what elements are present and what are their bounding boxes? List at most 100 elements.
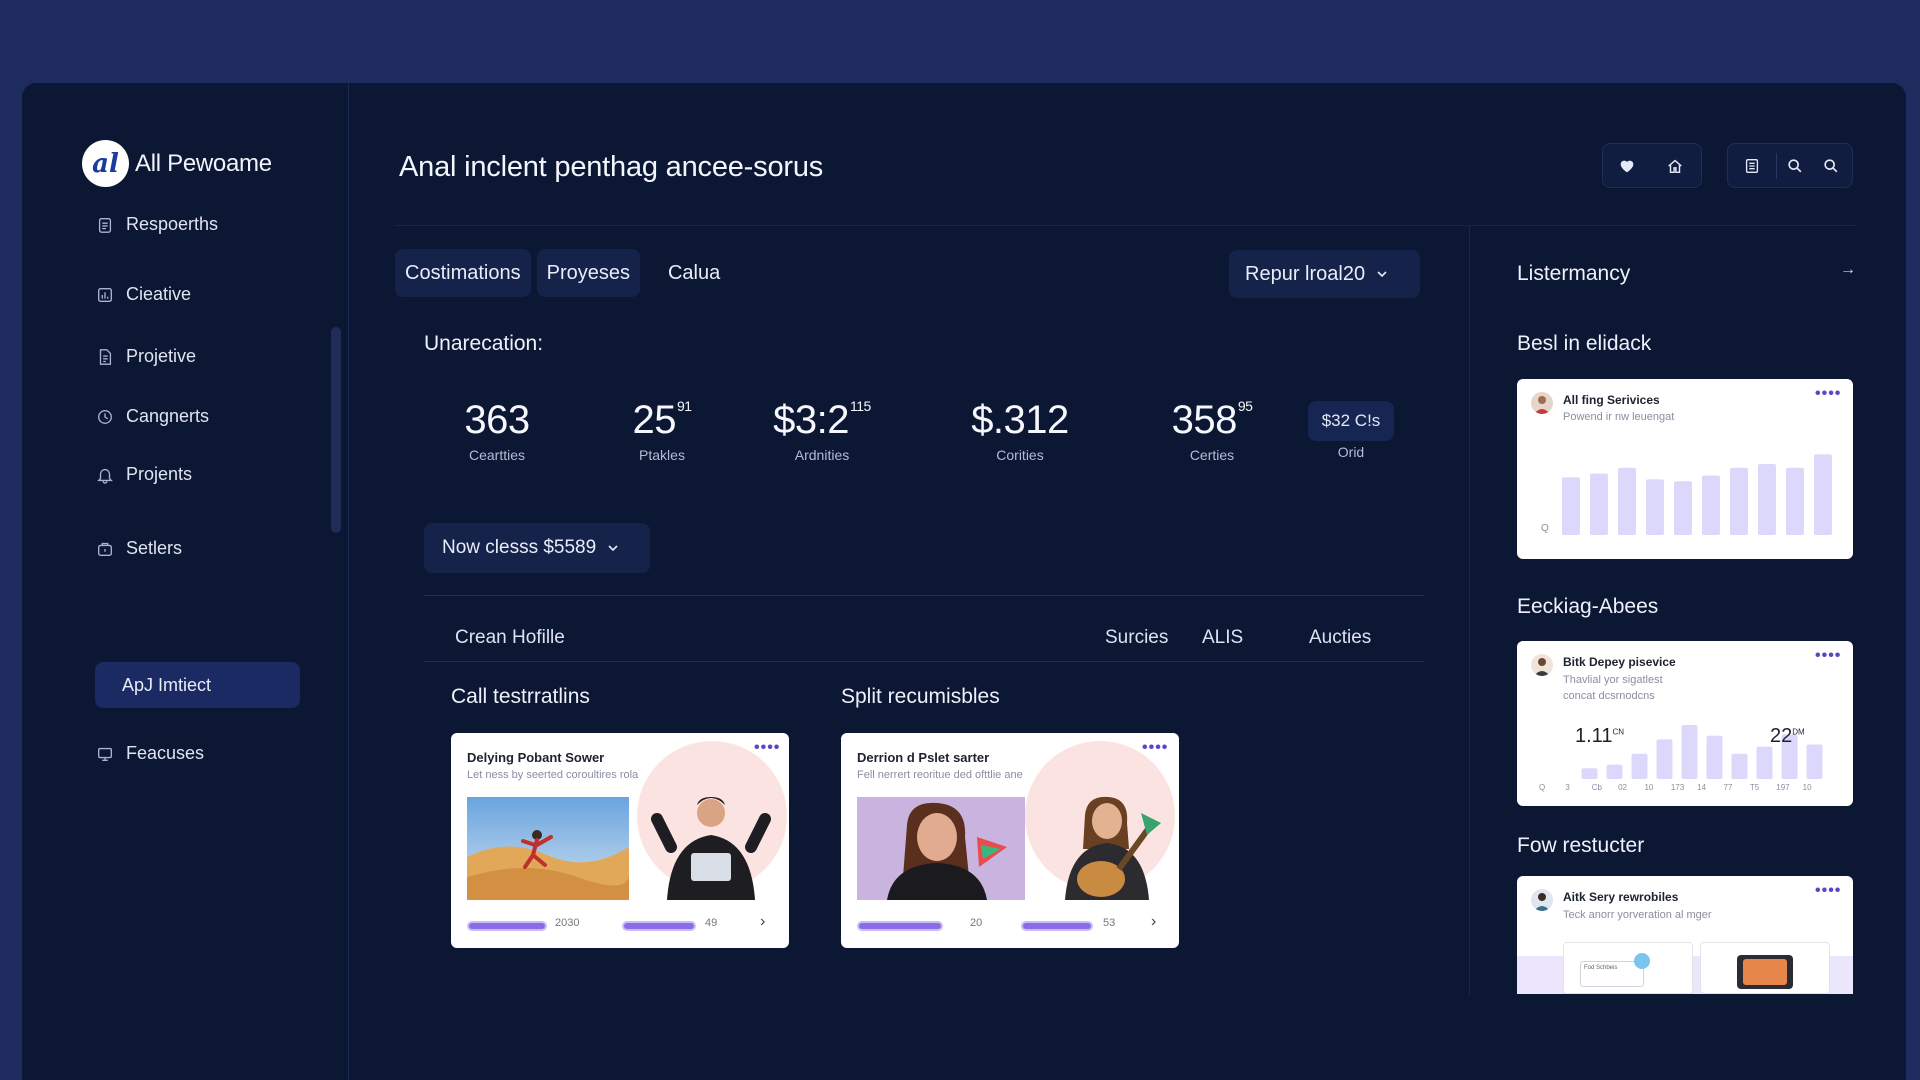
sidebar-item-projetive[interactable]: Projetive xyxy=(96,346,196,367)
section-title: Call testrratlins xyxy=(451,685,590,708)
widget-heading: Eeckiag-Abees xyxy=(1517,595,1659,618)
card-subtitle: Powend ir nw leuengat xyxy=(1563,411,1675,423)
tab-calua[interactable]: Calua xyxy=(646,249,742,297)
chevron-right-icon[interactable]: › xyxy=(1151,913,1156,931)
tab-proyeses[interactable]: Proyeses xyxy=(536,249,640,297)
stat-label: Ptakles xyxy=(639,447,685,463)
favorite-button[interactable] xyxy=(1603,144,1651,187)
tick-label: 197 xyxy=(1776,783,1790,792)
tick-label: T5 xyxy=(1749,783,1760,792)
sidebar-item-cangnerts[interactable]: Cangnerts xyxy=(96,406,209,427)
stat-label: Certies xyxy=(1189,447,1235,463)
progress-bar xyxy=(467,921,547,931)
period-dropdown[interactable]: Repur lroal20 xyxy=(1229,250,1420,298)
chart-bar xyxy=(1756,746,1773,779)
chart-bar xyxy=(1674,481,1692,535)
chart-bar xyxy=(1786,467,1804,535)
header-divider xyxy=(394,225,1856,226)
heart-icon xyxy=(1620,160,1634,172)
column-header-crean-hofille[interactable]: Crean Hofille xyxy=(455,627,565,649)
avatar xyxy=(1634,953,1650,969)
tab-costimations[interactable]: Costimations xyxy=(395,249,531,297)
avatar xyxy=(1531,392,1553,414)
filter-dropdown-label: Now clesss $5589 xyxy=(442,537,597,558)
card-title: Delying Pobant Sower xyxy=(467,750,605,765)
chart-bar xyxy=(1656,739,1673,779)
chart-bar xyxy=(1806,744,1823,779)
progress-value: 20 xyxy=(970,917,983,929)
tick-label: 77 xyxy=(1723,783,1733,792)
card-title: Aitk Sery rewrobiles xyxy=(1563,890,1679,904)
more-options-icon[interactable]: •••• xyxy=(1815,647,1841,665)
widget-card-deploy[interactable]: Bitk Depey pisevice Thavlial yor sigatle… xyxy=(1517,641,1853,806)
content-card[interactable]: Delying Pobant Sower Let ness by seerted… xyxy=(451,733,789,948)
content-card[interactable]: Derrion d Pslet sarter Fell nerrert reor… xyxy=(841,733,1179,948)
chart-bar xyxy=(1814,454,1832,535)
stat-value: 35895 xyxy=(1171,398,1253,442)
section-title: Split recumisbles xyxy=(841,685,1000,708)
sidebar-item-label: Feacuses xyxy=(126,743,205,763)
card-subtitle: Teck anorr yorveration al mger xyxy=(1563,909,1712,921)
sidebar-scrollbar[interactable] xyxy=(331,327,341,533)
progress-value: 53 xyxy=(1103,917,1116,929)
tick-label: 02 xyxy=(1618,783,1627,792)
filter-dropdown[interactable]: Now clesss $5589 xyxy=(424,523,650,573)
chart-bar xyxy=(1631,753,1648,779)
stat-value: 363 xyxy=(464,398,530,442)
widget-card-rewrobiles[interactable]: Aitk Sery rewrobiles Teck anorr yorverat… xyxy=(1517,876,1853,994)
sidebar-item-label: Projents xyxy=(126,464,193,484)
sidebar-item-projents[interactable]: Projents xyxy=(96,464,192,485)
header-tools-group xyxy=(1727,143,1853,188)
stat-label: Ceartties xyxy=(468,447,526,463)
document-icon xyxy=(96,348,114,366)
chart-icon xyxy=(96,286,114,304)
more-options-icon[interactable]: •••• xyxy=(754,739,780,757)
widget-card-services[interactable]: All fing Serivices Powend ir nw leuengat… xyxy=(1517,379,1853,559)
search-button-secondary[interactable] xyxy=(1813,144,1849,187)
chart-bar xyxy=(1646,479,1664,535)
column-header-alis[interactable]: ALIS xyxy=(1202,627,1243,649)
column-header-aucties[interactable]: Aucties xyxy=(1309,627,1371,649)
column-header-surcies[interactable]: Surcies xyxy=(1105,627,1168,649)
progress-value: 2030 xyxy=(555,917,580,929)
table-header: Crean Hofille Surcies ALIS Aucties xyxy=(424,610,1424,666)
sidebar-item-respoerths[interactable]: Respoerths xyxy=(96,214,218,235)
sidebar-item-feacuses[interactable]: Feacuses xyxy=(96,743,204,764)
chart-bar xyxy=(1730,467,1748,535)
sidebar-item-label: ApJ Imtiect xyxy=(122,674,212,695)
chevron-right-icon[interactable]: › xyxy=(760,913,765,931)
card-subtitle: Let ness by seerted coroultires rola xyxy=(467,769,639,781)
chart-bar xyxy=(1618,467,1636,535)
axis-ticks: Q 3 Cb 02 10 173 14 77 T5 197 10 xyxy=(1539,783,1839,797)
chart-bar xyxy=(1562,477,1580,535)
sidebar-item-active[interactable]: ApJ Imtiect xyxy=(95,662,300,708)
stat-badge[interactable]: $32 C!s xyxy=(1308,401,1394,441)
arrow-right-icon[interactable]: → xyxy=(1840,261,1856,279)
right-panel-title: Listermancy xyxy=(1517,262,1631,285)
summary-label: Unarecation: xyxy=(424,332,544,355)
tick-label: 3 xyxy=(1565,783,1570,792)
chart-bar xyxy=(1731,753,1748,779)
search-button[interactable] xyxy=(1777,144,1813,187)
header-actions-group xyxy=(1602,143,1702,188)
more-options-icon[interactable]: •••• xyxy=(1815,882,1841,900)
more-options-icon[interactable]: •••• xyxy=(1815,385,1841,403)
progress-bar xyxy=(857,921,943,931)
tick-label: 173 xyxy=(1670,783,1685,792)
stat-ceartties: 363 Ceartties xyxy=(442,398,552,463)
more-options-icon[interactable]: •••• xyxy=(1142,739,1168,757)
sidebar-item-cieative[interactable]: Cieative xyxy=(96,284,191,305)
portrait-photo xyxy=(857,797,1025,900)
stat-value: 2591 xyxy=(632,398,692,442)
monitor-icon xyxy=(96,745,114,763)
calendar-button[interactable] xyxy=(1728,144,1776,187)
chevron-down-icon xyxy=(608,545,618,552)
chart-bar xyxy=(1590,473,1608,535)
divider xyxy=(424,661,1424,662)
home-button[interactable] xyxy=(1651,144,1699,187)
card-title: All fing Serivices xyxy=(1563,393,1660,407)
clipboard-icon xyxy=(96,216,114,234)
sidebar-item-setlers[interactable]: Setlers xyxy=(96,538,182,559)
app-logo[interactable]: al All Pewoame xyxy=(82,140,272,187)
chart-bar xyxy=(1606,764,1623,779)
